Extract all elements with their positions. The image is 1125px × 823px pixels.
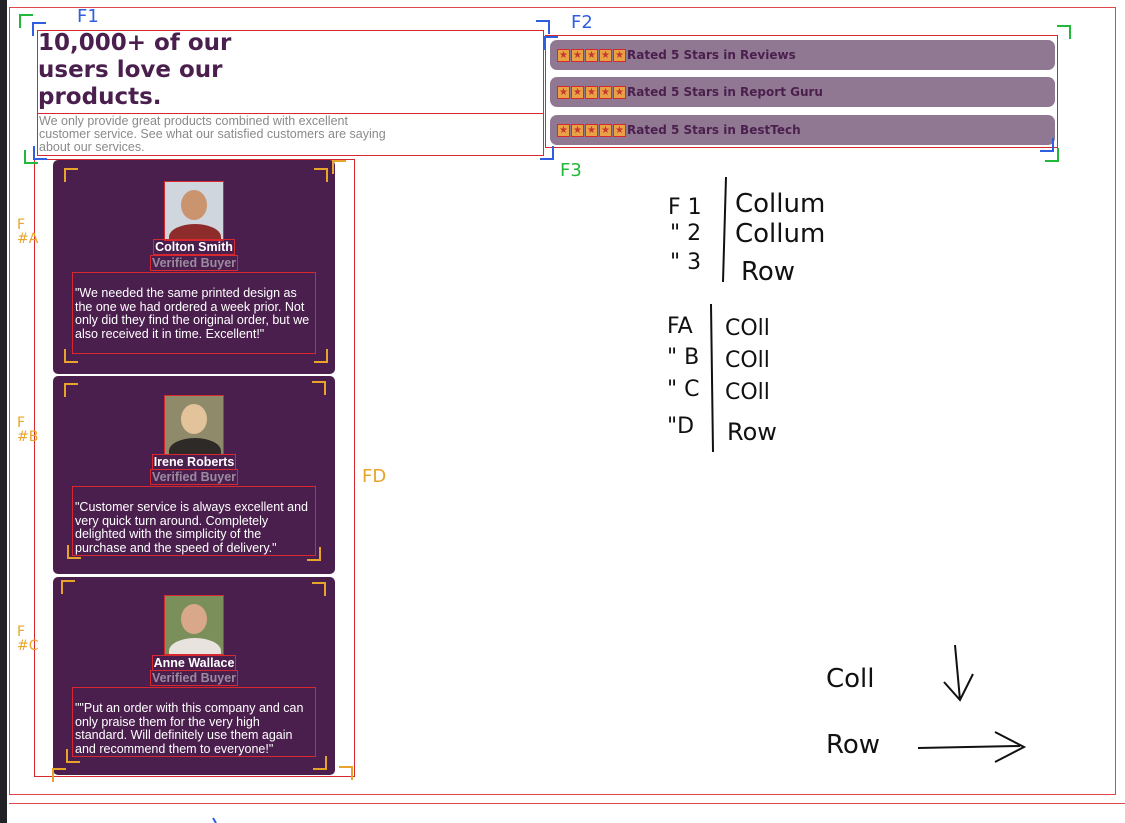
notes-divider — [710, 303, 714, 453]
arrow-right-icon — [917, 731, 1027, 763]
handwritten-strokes — [212, 176, 1027, 823]
notes-divider — [722, 176, 727, 283]
arrow-down-icon — [943, 644, 974, 702]
stray-mark — [212, 817, 217, 823]
